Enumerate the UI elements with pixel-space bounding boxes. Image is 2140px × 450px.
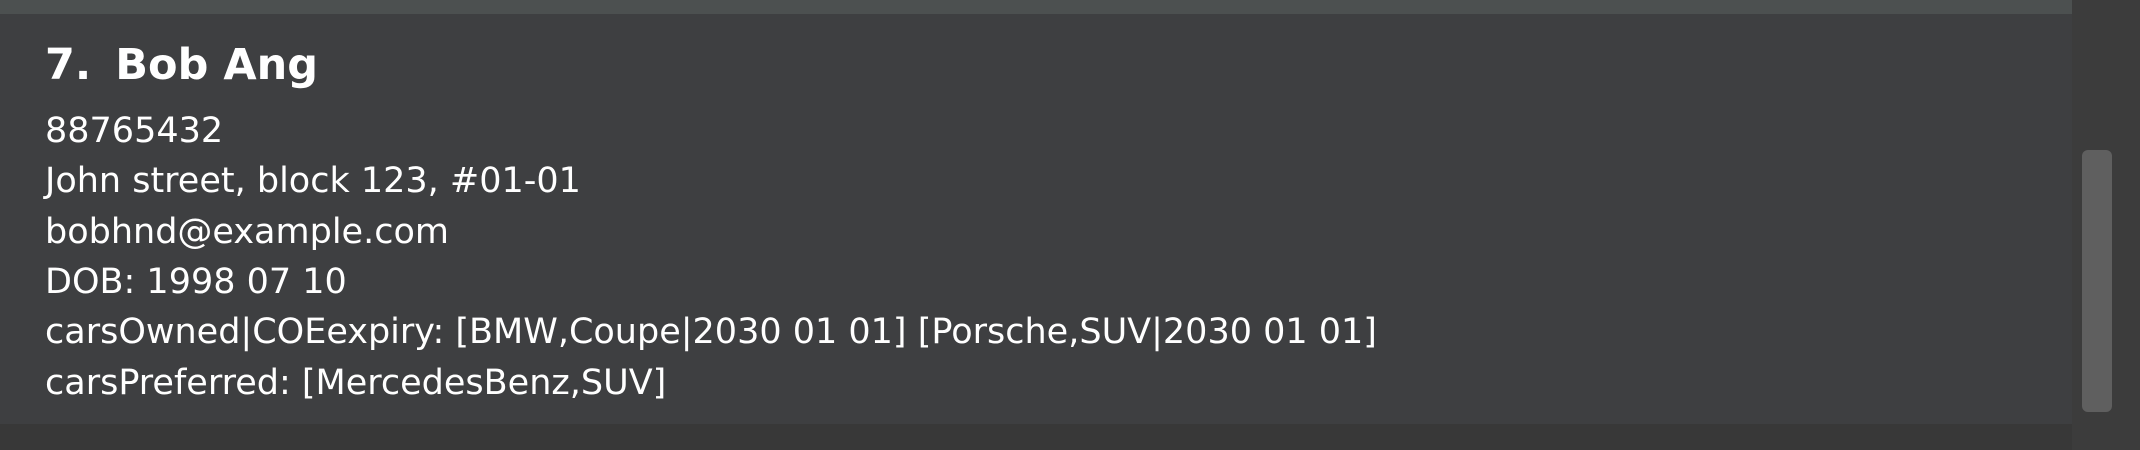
- person-phone: 88765432: [45, 111, 224, 151]
- person-index: 7.: [45, 40, 92, 90]
- person-cars-owned: carsOwned|COEexpiry: [BMW,Coupe|2030 01 …: [45, 312, 1377, 352]
- person-card[interactable]: 7. Bob Ang 88765432 John street, block 1…: [0, 14, 2072, 424]
- person-card-title: 7. Bob Ang: [45, 40, 318, 90]
- person-list: 7. Bob Ang 88765432 John street, block 1…: [0, 14, 2072, 424]
- person-name: Bob Ang: [115, 40, 319, 90]
- previous-card-edge: [0, 0, 2072, 14]
- person-dob: DOB: 1998 07 10: [45, 262, 347, 302]
- person-cars-preferred: carsPreferred: [MercedesBenz,SUV]: [45, 363, 667, 403]
- person-email: bobhnd@example.com: [45, 212, 449, 252]
- person-address: John street, block 123, #01-01: [45, 161, 581, 201]
- list-bottom-edge: [0, 424, 2072, 450]
- app-window: 7. Bob Ang 88765432 John street, block 1…: [0, 0, 2140, 450]
- scrollbar-thumb[interactable]: [2082, 150, 2112, 412]
